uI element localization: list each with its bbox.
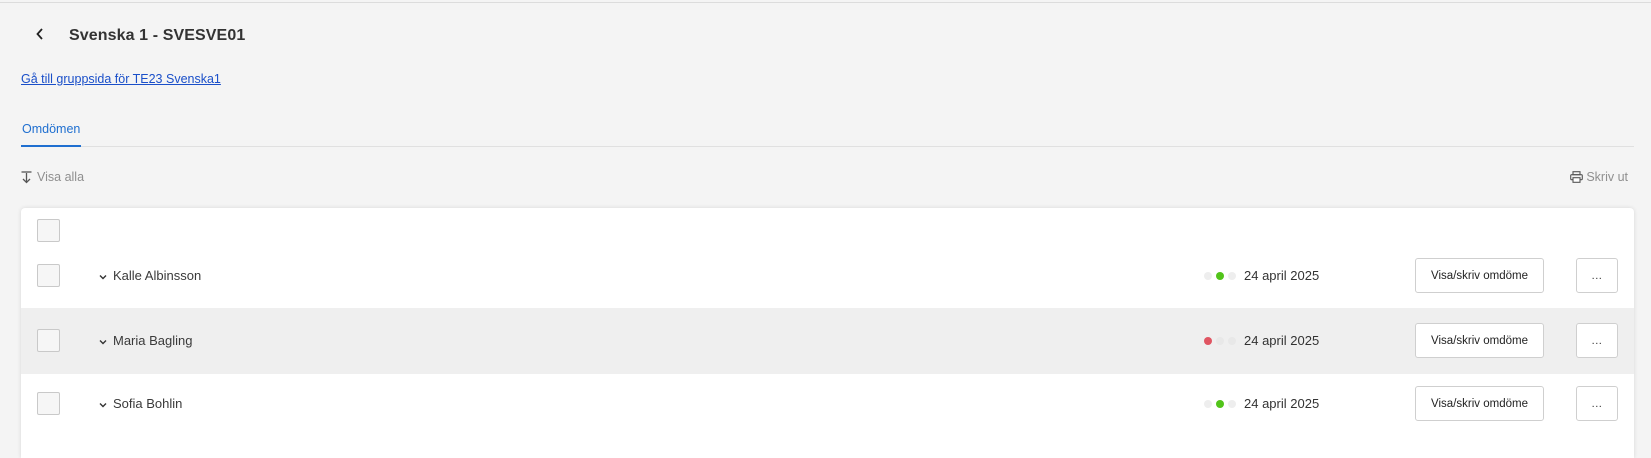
status-dot-empty [1228,400,1236,408]
expand-row-button[interactable] [97,266,109,286]
status-dot-empty [1228,337,1236,345]
page-title: Svenska 1 - SVESVE01 [69,27,246,44]
status-indicator [1204,337,1240,345]
view-write-assessment-button[interactable]: Visa/skriv omdöme [1415,386,1544,421]
student-name: Kalle Albinsson [113,268,202,283]
student-row: Kalle Albinsson 24 april 2025 Visa/skriv o… [21,243,1634,309]
more-options-button[interactable]: ... [1576,386,1618,421]
student-name: Sofia Bohlin [113,396,183,411]
chevron-left-icon [35,27,45,45]
tab-omdomen[interactable]: Omdömen [21,122,82,147]
more-options-button[interactable]: ... [1576,258,1618,293]
print-button[interactable]: Skriv ut [1570,170,1628,184]
show-all-button[interactable]: Visa alla [21,170,84,184]
chevron-down-icon [99,332,107,350]
student-checkbox[interactable] [37,392,60,415]
assessment-date: 24 april 2025 [1244,268,1320,283]
group-page-link[interactable]: Gå till gruppsida för TE23 Svenska1 [21,72,221,86]
status-indicator [1204,400,1240,408]
status-dot-green [1216,272,1224,280]
status-dot-red [1204,337,1212,345]
top-divider [0,2,1651,3]
status-dot-empty [1216,337,1224,345]
expand-row-button[interactable] [97,394,109,414]
more-options-button[interactable]: ... [1576,323,1618,358]
page-header: Svenska 1 - SVESVE01 [22,22,245,50]
student-row: Maria Bagling 24 april 2025 Visa/skriv omd… [21,308,1634,374]
view-write-assessment-button[interactable]: Visa/skriv omdöme [1415,323,1544,358]
printer-icon [1570,171,1584,183]
status-dot-empty [1228,272,1236,280]
view-write-assessment-button[interactable]: Visa/skriv omdöme [1415,258,1544,293]
student-checkbox[interactable] [37,329,60,352]
status-dot-empty [1204,272,1212,280]
show-all-label: Visa alla [37,170,85,184]
select-all-checkbox[interactable] [37,219,60,242]
print-label: Skriv ut [1586,170,1628,184]
assessment-date: 24 april 2025 [1244,333,1320,348]
expand-row-button[interactable] [97,331,109,351]
status-dot-green [1216,400,1224,408]
tab-bar: Omdömen [21,120,1634,147]
status-indicator [1204,272,1240,280]
student-row: Sofia Bohlin 24 april 2025 Visa/skriv omdö… [21,371,1634,437]
back-button[interactable] [22,22,58,50]
chevron-down-icon [99,267,107,285]
student-list: Kalle Albinsson 24 april 2025 Visa/skriv o… [21,208,1634,458]
chevron-down-icon [99,395,107,413]
student-checkbox[interactable] [37,264,60,287]
student-name: Maria Bagling [113,333,193,348]
assessment-date: 24 april 2025 [1244,396,1320,411]
status-dot-empty [1204,400,1212,408]
expand-all-icon [21,170,32,184]
